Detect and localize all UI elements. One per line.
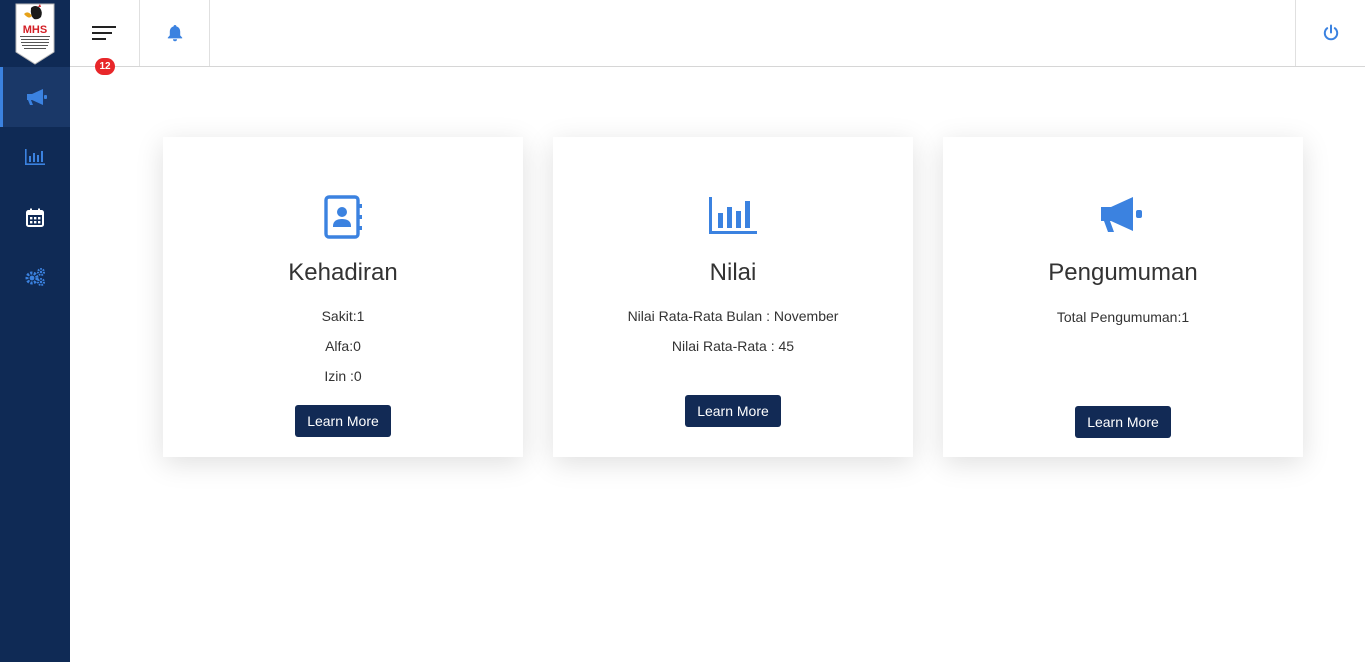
sidebar: MHS — [0, 0, 70, 662]
stat-total-pengumuman: Total Pengumuman:1 — [1056, 309, 1190, 325]
stat-alfa: Alfa:0 — [325, 338, 361, 354]
logo-text: MHS — [23, 24, 47, 36]
learn-more-button[interactable]: Learn More — [1075, 406, 1171, 438]
learn-more-button[interactable]: Learn More — [685, 395, 781, 427]
gears-icon — [25, 268, 45, 286]
bar-chart-icon — [709, 197, 757, 234]
sidebar-item-jadwal[interactable] — [0, 187, 70, 247]
card-title: Pengumuman — [1048, 259, 1198, 286]
top-bar — [70, 0, 1365, 67]
stat-bulan: Nilai Rata-Rata Bulan : November — [627, 308, 839, 324]
sidebar-item-nilai[interactable] — [0, 127, 70, 187]
bar-chart-icon — [25, 149, 45, 165]
address-book-icon — [324, 195, 362, 239]
card-title: Nilai — [709, 259, 757, 286]
sidebar-item-pengumuman[interactable] — [0, 67, 70, 127]
power-icon — [1323, 24, 1338, 41]
learn-more-button[interactable]: Learn More — [295, 405, 391, 437]
megaphone-icon — [1101, 197, 1142, 232]
card-nilai: Nilai Nilai Rata-Rata Bulan : November N… — [553, 137, 913, 457]
megaphone-icon — [26, 89, 47, 105]
notification-button[interactable] — [140, 0, 210, 66]
school-logo-icon: MHS — [15, 3, 55, 65]
sidebar-item-pengaturan[interactable] — [0, 247, 70, 307]
stat-rata-rata: Nilai Rata-Rata : 45 — [671, 338, 795, 354]
stat-sakit: Sakit:1 — [321, 308, 365, 324]
logo[interactable]: MHS — [0, 0, 70, 67]
card-title: Kehadiran — [288, 259, 398, 286]
stat-izin: Izin :0 — [324, 368, 362, 384]
menu-toggle-button[interactable] — [70, 0, 140, 66]
logout-button[interactable] — [1295, 0, 1365, 66]
hamburger-menu-icon — [91, 26, 116, 40]
card-kehadiran: Kehadiran Sakit:1 Alfa:0 Izin :0 Learn M… — [163, 137, 523, 457]
bell-icon — [167, 25, 182, 42]
notification-count-badge: 12 — [95, 58, 115, 75]
calendar-icon — [26, 208, 44, 227]
card-pengumuman: Pengumuman Total Pengumuman:1 Learn More — [943, 137, 1303, 457]
